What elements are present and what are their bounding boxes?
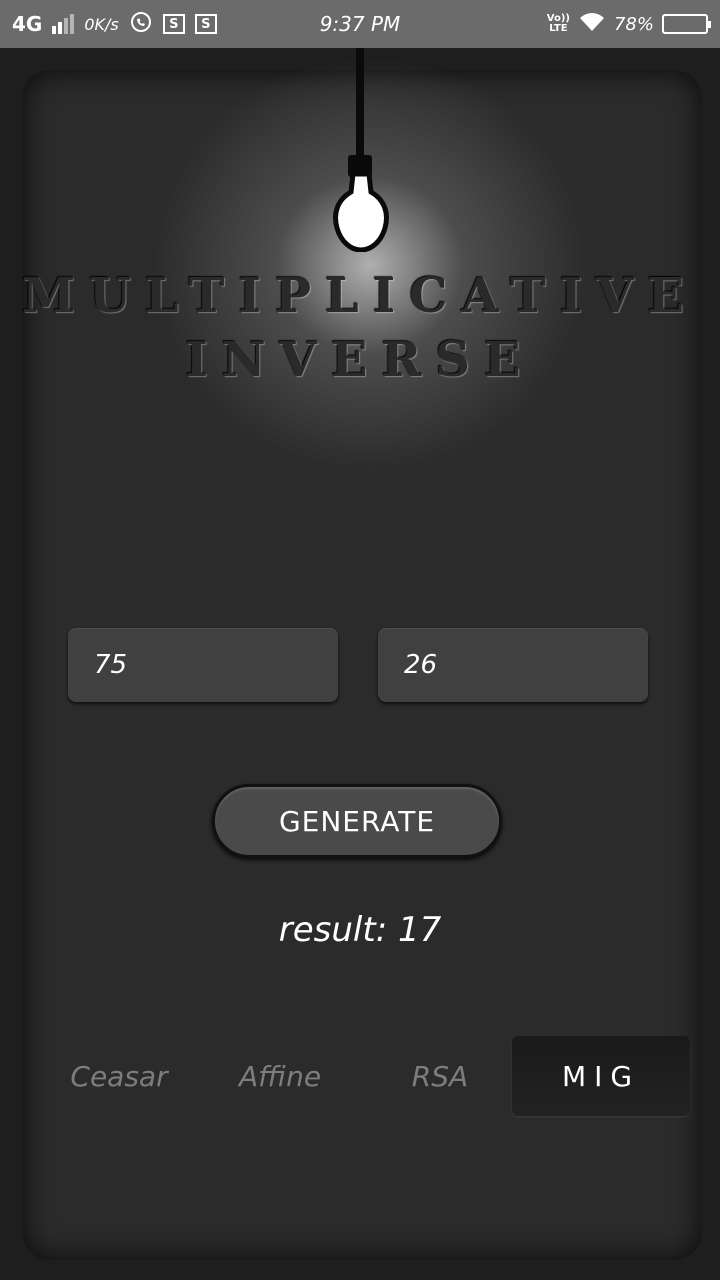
title-line-1: MULTIPLICATIVE (21, 268, 699, 324)
network-speed: 0K/s (84, 14, 119, 34)
light-bulb-icon (333, 171, 389, 252)
cipher-tabs: Ceasar Affine RSA MIG (40, 1036, 690, 1116)
wifi-icon (578, 11, 606, 37)
battery-icon (662, 14, 711, 34)
screenshot-icon-2: S (194, 14, 217, 34)
title-line-2: INVERSE (185, 332, 535, 388)
tab-rsa[interactable]: RSA (361, 1036, 519, 1116)
battery-percent: 78% (613, 13, 654, 35)
modulus-input[interactable] (378, 628, 648, 702)
light-glow (150, 55, 590, 475)
generate-button[interactable]: GENERATE (212, 784, 502, 858)
volte-bottom-text: LTE (549, 23, 568, 34)
number-input[interactable] (68, 628, 338, 702)
tab-affine[interactable]: Affine (201, 1036, 359, 1116)
network-type: 4G (12, 12, 43, 36)
whatsapp-icon (129, 10, 153, 38)
result-text: result: 17 (278, 910, 442, 950)
signal-icon (52, 14, 75, 34)
status-bar: 4G 0K/s S S 9:37 PM Vo)) LTE 78% (0, 0, 720, 48)
screenshot-icon: S (162, 14, 185, 34)
tab-ceasar[interactable]: Ceasar (40, 1036, 198, 1116)
tab-mig[interactable]: MIG (512, 1036, 690, 1116)
bulb-cord (356, 48, 364, 160)
volte-icon: Vo)) LTE (547, 14, 570, 34)
